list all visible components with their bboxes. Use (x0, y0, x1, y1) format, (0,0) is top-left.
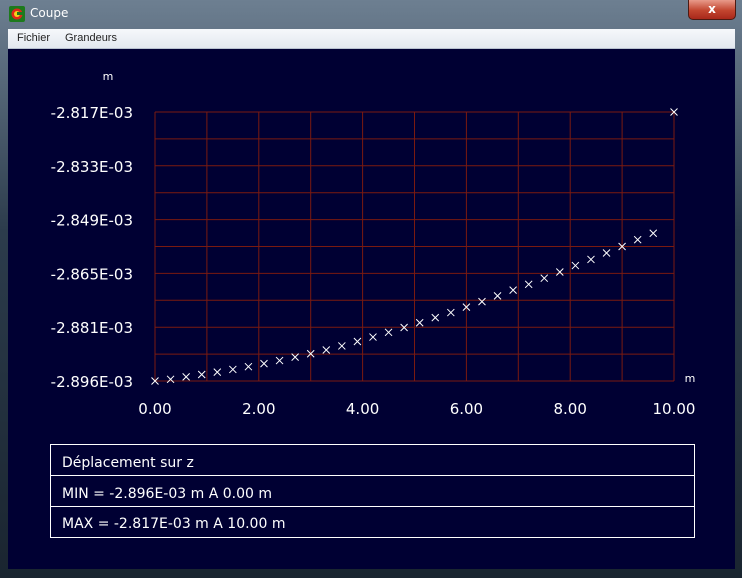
data-point-marker (213, 368, 222, 377)
data-point-marker (478, 297, 486, 306)
data-point-marker (353, 337, 362, 346)
info-min-row: MIN = -2.896E-03 m A 0.00 m (62, 486, 272, 502)
close-icon: x (708, 2, 716, 16)
close-button[interactable]: x (688, 0, 736, 20)
app-window: Coupe x Fichier Grandeurs -2.817E-03 -2.8… (0, 0, 742, 578)
x-axis-label: m (685, 372, 696, 385)
y-tick-label: -2.849E-03 (51, 212, 133, 230)
data-point-marker (337, 342, 346, 350)
data-point-marker (540, 274, 549, 283)
data-point-marker (415, 318, 424, 327)
y-tick-label: -2.833E-03 (51, 158, 133, 176)
data-point-marker (587, 255, 595, 264)
x-tick-label: 6.00 (450, 400, 483, 418)
data-point-marker (369, 333, 377, 341)
data-point-marker (602, 249, 611, 257)
data-point-marker (228, 365, 237, 374)
y-tick-label: -2.865E-03 (51, 265, 133, 283)
app-logo-icon (9, 6, 25, 22)
data-point-marker (555, 268, 564, 276)
data-point-marker (633, 235, 642, 244)
y-tick-label: -2.896E-03 (51, 373, 133, 391)
data-point-marker (571, 261, 580, 270)
data-point-marker (197, 370, 206, 379)
data-point-marker (260, 359, 268, 368)
menu-bar: Fichier Grandeurs (8, 29, 735, 49)
data-point-marker (431, 313, 440, 322)
data-point-marker (493, 292, 502, 300)
data-point-marker (524, 280, 533, 289)
data-point-marker (182, 373, 190, 381)
menu-item-grandeurs[interactable]: Grandeurs (65, 32, 117, 44)
x-tick-label: 4.00 (346, 400, 379, 418)
x-tick-label: 8.00 (553, 400, 586, 418)
x-tick-label: 10.00 (653, 400, 696, 418)
info-max-row: MAX = -2.817E-03 m A 10.00 m (62, 516, 285, 532)
y-tick-label: -2.881E-03 (51, 319, 133, 337)
menu-item-fichier[interactable]: Fichier (17, 32, 50, 44)
data-point-marker (649, 229, 658, 238)
window-title: Coupe (30, 6, 69, 20)
info-title: Déplacement sur z (62, 455, 194, 471)
data-point-marker (509, 286, 517, 294)
data-point-marker (244, 362, 253, 371)
title-bar[interactable]: Coupe x (0, 0, 742, 28)
data-point-marker (384, 328, 393, 337)
plot-area: -2.817E-03 -2.833E-03 -2.849E-03 -2.865E-03… (8, 49, 735, 569)
data-point-marker (166, 375, 175, 384)
y-tick-label: -2.817E-03 (51, 104, 133, 122)
data-point-marker (322, 346, 331, 354)
data-point-marker (291, 353, 299, 362)
data-point-marker (275, 356, 284, 365)
data-point-marker (446, 308, 455, 317)
y-axis-label: m (103, 70, 114, 83)
x-tick-label: 0.00 (138, 400, 171, 418)
x-tick-label: 2.00 (242, 400, 275, 418)
chart: -2.817E-03 -2.833E-03 -2.849E-03 -2.865E-03… (50, 70, 696, 538)
